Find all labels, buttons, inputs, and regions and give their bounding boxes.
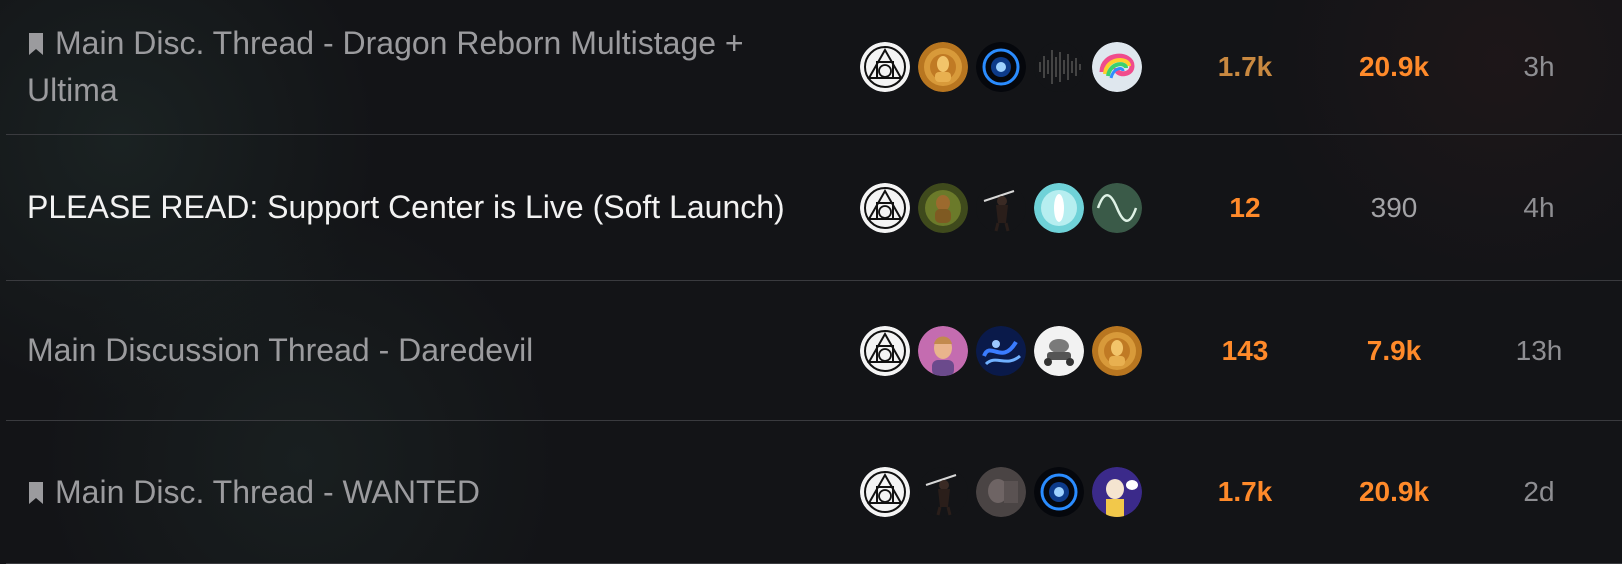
blue-eye-avatar[interactable]	[976, 42, 1026, 92]
topic-row: Main Discussion Thread - Daredevil 143 7…	[6, 281, 1622, 421]
topic-posters	[860, 326, 1150, 376]
bald-hero-avatar[interactable]	[1092, 467, 1142, 517]
activity-time[interactable]: 13h	[1469, 335, 1609, 367]
topic-row: Main Disc. Thread - Dragon Reborn Multis…	[6, 0, 1622, 135]
white-light-avatar[interactable]	[1034, 183, 1084, 233]
soundwave-avatar[interactable]	[1034, 42, 1084, 92]
golden-buddha-avatar[interactable]	[918, 42, 968, 92]
dark-warrior-avatar[interactable]	[918, 467, 968, 517]
alchemy-triangle-avatar[interactable]	[860, 42, 910, 92]
activity-time[interactable]: 2d	[1469, 476, 1609, 508]
views-count: 7.9k	[1366, 334, 1422, 366]
alchemy-triangle-avatar[interactable]	[860, 183, 910, 233]
topic-row: PLEASE READ: Support Center is Live (Sof…	[6, 135, 1622, 281]
topic-title-link[interactable]: Main Discussion Thread - Daredevil	[27, 327, 807, 374]
topic-posters	[860, 183, 1150, 233]
topic-posters	[860, 42, 1150, 92]
rainbow-swirl-avatar[interactable]	[1092, 42, 1142, 92]
blue-neon-avatar[interactable]	[976, 326, 1026, 376]
bookmark-icon	[27, 32, 45, 56]
portrait-man-avatar[interactable]	[918, 326, 968, 376]
topic-list: Main Disc. Thread - Dragon Reborn Multis…	[6, 0, 1622, 564]
replies-count[interactable]: 1.7k	[1175, 51, 1315, 83]
topic-title-link[interactable]: PLEASE READ: Support Center is Live (Sof…	[27, 184, 807, 231]
blue-eye-avatar[interactable]	[1034, 467, 1084, 517]
topic-title: Main Disc. Thread - Dragon Reborn Multis…	[27, 25, 744, 108]
activity-time[interactable]: 3h	[1469, 51, 1609, 83]
dark-warrior-avatar[interactable]	[976, 183, 1026, 233]
golden-buddha-avatar[interactable]	[1092, 326, 1142, 376]
alchemy-triangle-avatar[interactable]	[860, 467, 910, 517]
bookmark-icon	[27, 481, 45, 505]
activity-time[interactable]: 4h	[1469, 192, 1609, 224]
topic-title-link[interactable]: Main Disc. Thread - Dragon Reborn Multis…	[27, 20, 807, 114]
alchemy-triangle-avatar[interactable]	[860, 326, 910, 376]
views-count: 20.9k	[1358, 476, 1430, 507]
topic-list-page: Main Disc. Thread - Dragon Reborn Multis…	[0, 0, 1622, 564]
topic-posters	[860, 467, 1150, 517]
topic-title: Main Discussion Thread - Daredevil	[27, 332, 534, 368]
topic-title-link[interactable]: Main Disc. Thread - WANTED	[27, 469, 807, 516]
white-robot-avatar[interactable]	[1034, 326, 1084, 376]
green-figure-avatar[interactable]	[918, 183, 968, 233]
grey-photo-avatar[interactable]	[976, 467, 1026, 517]
topic-title: PLEASE READ: Support Center is Live (Sof…	[27, 189, 785, 225]
replies-count[interactable]: 12	[1175, 192, 1315, 224]
sine-wave-avatar[interactable]	[1092, 183, 1142, 233]
views-count: 20.9k	[1358, 51, 1430, 82]
views-count: 390	[1370, 191, 1418, 223]
topic-row: Main Disc. Thread - WANTED 1.7k 20.9k 2d	[6, 421, 1622, 564]
replies-count[interactable]: 1.7k	[1175, 476, 1315, 508]
replies-count[interactable]: 143	[1175, 335, 1315, 367]
topic-title: Main Disc. Thread - WANTED	[55, 473, 480, 510]
